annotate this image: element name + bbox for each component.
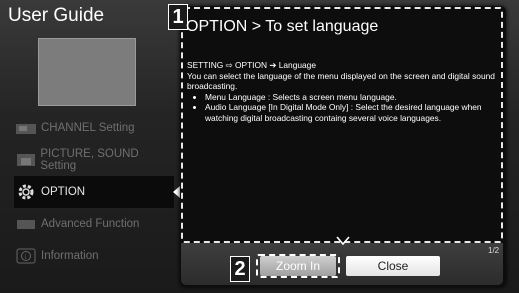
zoom-in-button[interactable]: Zoom In — [260, 256, 336, 276]
selected-arrow-icon — [173, 186, 180, 198]
close-button[interactable]: Close — [346, 256, 440, 276]
dialog-body: SETTING ⇨ OPTION ➔ Language You can sele… — [187, 60, 497, 124]
content-highlight — [181, 7, 503, 243]
sidebar-item-label: CHANNEL Setting — [41, 122, 135, 134]
gear-icon — [14, 183, 38, 201]
sidebar-item-label: PICTURE, SOUND Setting — [40, 148, 139, 172]
bullet-list: Menu Language : Selects a screen menu la… — [187, 92, 497, 124]
sidebar-item-label: Information — [41, 250, 99, 262]
dialog-title: OPTION > To set language — [186, 18, 379, 35]
advanced-icon — [14, 215, 38, 233]
preview-thumbnail — [38, 38, 136, 106]
chevron-down-icon — [336, 236, 350, 246]
sidebar-item-advanced[interactable]: Advanced Function — [14, 208, 174, 240]
info-icon: i — [14, 247, 38, 265]
picture-sound-icon — [14, 151, 37, 169]
channel-icon — [14, 119, 38, 137]
sidebar-item-picture-sound[interactable]: PICTURE, SOUND Setting — [14, 144, 174, 176]
sidebar-item-label: Advanced Function — [41, 218, 140, 230]
sidebar-item-channel[interactable]: CHANNEL Setting — [14, 112, 174, 144]
menu-path: SETTING ⇨ OPTION ➔ Language — [187, 60, 317, 70]
sidebar-item-option[interactable]: OPTION — [14, 176, 180, 208]
list-item: Menu Language : Selects a screen menu la… — [205, 92, 497, 103]
svg-text:i: i — [25, 253, 27, 261]
callout-badge-1: 1 — [168, 4, 188, 30]
sidebar-item-information[interactable]: i Information — [14, 240, 174, 272]
intro-text: You can select the language of the menu … — [187, 70, 495, 92]
sidebar-item-label: OPTION — [41, 186, 86, 198]
sidebar-menu: CHANNEL Setting PICTURE, SOUND Setting O… — [14, 112, 180, 272]
app-title: User Guide — [8, 5, 105, 26]
list-item: Audio Language [In Digital Mode Only] : … — [205, 102, 497, 123]
page-indicator: 1/2 — [488, 246, 500, 255]
callout-badge-2: 2 — [230, 256, 250, 282]
